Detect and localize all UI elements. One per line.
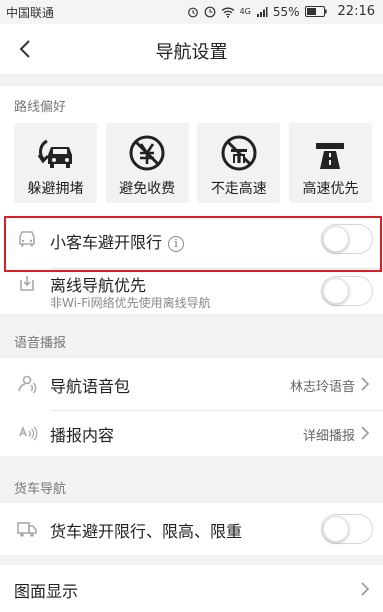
carrier-name: 中国联通 <box>6 6 55 20</box>
avoid-congestion-icon <box>37 139 72 168</box>
no-highway-icon <box>221 135 257 171</box>
page-title: 导航设置 <box>155 42 228 63</box>
status-icons: 4G 55% 22:16 <box>187 4 375 19</box>
voice-pack-icon <box>18 375 37 394</box>
offline-nav-row: 离线导航优先 非Wi-Fi网络优先使用离线导航 <box>0 268 383 314</box>
toggle-knob <box>323 516 349 542</box>
signal-icon <box>256 6 268 17</box>
chevron-right-icon <box>361 582 370 596</box>
alarm-icon <box>187 7 198 17</box>
download-icon <box>20 276 34 291</box>
tile-avoid-toll[interactable]: 避免收费 <box>105 123 189 203</box>
truck-restriction-toggle[interactable] <box>321 514 373 544</box>
clock-icon <box>204 6 215 17</box>
avoid-toll-icon <box>129 135 165 171</box>
tile-label: 避免收费 <box>119 181 176 197</box>
broadcast-content-label: 播报内容 <box>50 426 115 445</box>
voice-pack-label: 导航语音包 <box>50 377 131 396</box>
voice-pack-value: 林志玲语音 <box>289 380 355 395</box>
route-preference-tiles: 躲避拥堵 避免收费 不走高速 高速优先 <box>14 123 372 203</box>
chevron-right-icon <box>361 426 370 440</box>
section-label-voice: 语音播报 <box>14 336 67 351</box>
wifi-icon <box>221 7 234 18</box>
tile-label: 高速优先 <box>302 181 359 197</box>
offline-nav-toggle[interactable] <box>321 276 373 306</box>
section-label-truck: 货车导航 <box>14 482 67 497</box>
section-label-route: 路线偏好 <box>14 100 67 115</box>
map-display-label: 图面显示 <box>14 582 79 601</box>
battery-percent: 55% <box>272 4 300 19</box>
offline-nav-sub: 非Wi-Fi网络优先使用离线导航 <box>50 296 211 310</box>
tile-avoid-congestion[interactable]: 躲避拥堵 <box>14 123 97 203</box>
map-display-row[interactable]: 图面显示 <box>0 565 383 612</box>
tile-no-highway[interactable]: 不走高速 <box>197 123 281 203</box>
divider <box>50 410 383 411</box>
chevron-right-icon <box>361 377 370 391</box>
highlight-box <box>4 216 382 272</box>
status-time: 22:16 <box>337 4 375 19</box>
truck-restriction-row: 货车避开限行、限高、限重 <box>0 503 383 555</box>
highway-first-icon <box>316 143 345 169</box>
tile-label: 躲避拥堵 <box>27 181 84 197</box>
broadcast-content-value: 详细播报 <box>302 429 355 444</box>
offline-nav-label: 离线导航优先 <box>50 276 147 295</box>
broadcast-icon <box>19 425 38 441</box>
broadcast-content-row[interactable]: 播报内容 详细播报 <box>0 410 383 456</box>
tile-highway-first[interactable]: 高速优先 <box>288 123 372 203</box>
nav-bar: 导航设置 <box>0 24 383 74</box>
tile-label: 不走高速 <box>210 181 267 197</box>
voice-pack-row[interactable]: 导航语音包 林志玲语音 <box>0 358 383 410</box>
truck-restriction-label: 货车避开限行、限高、限重 <box>50 522 243 541</box>
network-type: 4G <box>239 7 251 16</box>
toggle-knob <box>323 278 349 304</box>
status-bar: 中国联通 4G 55% 22:16 <box>0 0 383 24</box>
truck-icon <box>17 522 37 537</box>
battery-icon <box>304 6 327 17</box>
